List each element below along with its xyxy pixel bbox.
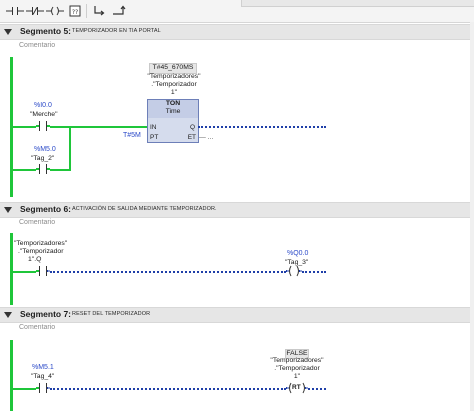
ton-header: TON Time [148, 100, 198, 118]
power-rail [10, 233, 13, 305]
no-contact-icon[interactable] [36, 265, 50, 277]
pin-et: ET [187, 134, 196, 141]
contact-address: %M5.1 [32, 364, 54, 371]
wire [12, 126, 36, 128]
branch-wire [69, 126, 71, 171]
empty-box-icon[interactable]: ?? [64, 2, 86, 20]
open-branch-icon[interactable] [88, 2, 110, 20]
contact-address: %M5.0 [34, 146, 56, 153]
collapse-arrow-icon[interactable] [3, 310, 13, 320]
contact-tag-line-2: ."Temporizador [18, 248, 64, 255]
wire [50, 169, 70, 171]
contact-tag-line-3: 1".Q [28, 256, 42, 263]
editor-top-panel [241, 0, 474, 7]
ton-subtitle: Time [165, 108, 181, 115]
segment-title: Segmento 5: [20, 26, 72, 36]
nc-contact-icon[interactable] [24, 2, 46, 20]
reset-instance-line-2: ."Temporizador [274, 365, 320, 372]
close-branch-icon[interactable] [108, 2, 130, 20]
contact-address: %I0.0 [34, 102, 52, 109]
svg-text:??: ?? [72, 9, 78, 16]
contact-tag-name: "Merche" [30, 111, 58, 118]
collapse-arrow-icon[interactable] [3, 205, 13, 215]
pt-value[interactable]: T#5M [123, 132, 141, 139]
pin-q: Q [189, 124, 195, 131]
output-wire [198, 126, 326, 128]
wire [50, 271, 286, 273]
wire [12, 388, 36, 390]
segment-comment[interactable]: Comentario [19, 219, 55, 226]
wire [308, 388, 326, 390]
segment-description[interactable]: TEMPORIZADOR EN TIA PORTAL [72, 28, 161, 34]
segment-7-header[interactable]: Segmento 7: RESET DEL TEMPORIZADOR [0, 307, 474, 323]
segment-title: Segmento 7: [20, 309, 72, 319]
segment-5-header[interactable]: Segmento 5: TEMPORIZADOR EN TIA PORTAL [0, 24, 474, 40]
reset-instance-line-3: 1" [293, 373, 301, 380]
segment-description[interactable]: ACTIVACIÓN DE SALIDA MEDIANTE TEMPORIZAD… [72, 206, 217, 212]
toolbar-separator [86, 4, 87, 18]
wire [12, 271, 36, 273]
no-contact-icon[interactable] [36, 163, 50, 175]
timer-instance-line-1: "Temporizadores" [147, 73, 201, 80]
contact-tag-name: "Tag_4" [31, 373, 55, 380]
power-rail [10, 340, 13, 411]
ton-timer-block[interactable]: TON Time IN PT Q ET [147, 99, 199, 143]
coil-label: RT [292, 384, 301, 391]
timer-instance-line-3: 1" [170, 89, 178, 96]
segment-comment[interactable]: Comentario [19, 42, 55, 49]
no-contact-icon[interactable] [36, 382, 50, 394]
segment-comment[interactable]: Comentario [19, 324, 55, 331]
coil-icon[interactable] [44, 2, 66, 20]
wire [50, 388, 286, 390]
reset-instance-line-1: "Temporizadores" [270, 357, 324, 364]
collapse-arrow-icon[interactable] [3, 27, 13, 37]
reset-timer-coil[interactable]: RT [286, 382, 308, 394]
contact-tag-name: "Tag_2" [31, 155, 55, 162]
pin-pt: PT [150, 134, 159, 141]
vertical-scrollbar[interactable] [470, 22, 474, 411]
ton-type: TON [165, 100, 181, 107]
et-value[interactable]: — ... [199, 134, 213, 142]
wire [50, 126, 147, 128]
wire [302, 271, 326, 273]
pin-in: IN [150, 124, 157, 131]
no-contact-icon[interactable] [4, 2, 26, 20]
coil-icon[interactable] [286, 265, 302, 277]
segment-description[interactable]: RESET DEL TEMPORIZADOR [72, 311, 150, 317]
contact-tag-line-1: "Temporizadores" [14, 240, 68, 247]
timer-instance-line-2: ."Temporizador [151, 81, 197, 88]
wire [12, 169, 36, 171]
no-contact-icon[interactable] [36, 120, 50, 132]
segment-6-header[interactable]: Segmento 6: ACTIVACIÓN DE SALIDA MEDIANT… [0, 202, 474, 218]
coil-address: %Q0.0 [287, 250, 309, 257]
segment-title: Segmento 6: [20, 204, 72, 214]
